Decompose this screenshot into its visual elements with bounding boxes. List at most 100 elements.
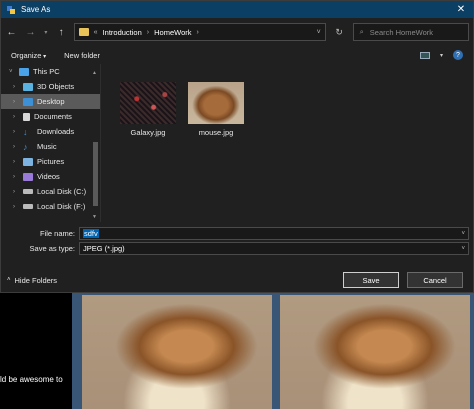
file-name-value: sdfv (83, 229, 99, 238)
sidebar-item-documents[interactable]: › Documents (1, 109, 100, 124)
chevron-down-icon[interactable]: ˅ (461, 246, 465, 252)
disk-icon (23, 204, 33, 209)
file-name-input[interactable]: sdfv ˅ (79, 227, 469, 240)
desktop-icon (23, 97, 33, 106)
sidebar-item-3d-objects[interactable]: › 3D Objects (1, 79, 100, 94)
search-placeholder: Search HomeWork (369, 27, 434, 37)
music-icon: ♪ (23, 141, 28, 152)
navigation-pane: ˅ This PC › 3D Objects › Desktop › Docum… (1, 64, 101, 222)
video-icon (23, 172, 33, 181)
file-name-label: File name: (39, 229, 75, 238)
background-caption: ld be awesome to (0, 375, 63, 384)
refresh-icon: ↻ (335, 26, 343, 37)
file-name: mouse.jpg (198, 128, 234, 137)
chevron-right-icon[interactable]: › (13, 159, 19, 165)
save-type-row: Save as type: JPEG (*.jpg) ˅ (1, 241, 473, 256)
chevron-right-icon[interactable]: › (13, 114, 19, 120)
document-icon (23, 112, 30, 121)
new-folder-button[interactable]: New folder (64, 51, 100, 60)
scroll-up-icon[interactable]: ▲ (92, 70, 97, 76)
chevron-right-icon: › (146, 28, 150, 36)
sidebar-item-label: 3D Objects (37, 82, 75, 91)
breadcrumb-homework[interactable]: HomeWork (154, 28, 191, 37)
search-input[interactable]: ⌕ Search HomeWork (352, 23, 469, 41)
title-bar: Save As ✕ (1, 1, 473, 18)
chevron-down-icon[interactable]: ˅ (461, 231, 465, 237)
save-button[interactable]: Save (343, 272, 399, 288)
disk-icon (23, 189, 33, 194)
chevron-right-icon[interactable]: › (13, 204, 19, 210)
back-button[interactable]: ← (5, 25, 18, 39)
mouse-photo (82, 295, 272, 409)
window-title: Save As (21, 5, 51, 14)
sidebar-item-downloads[interactable]: › ↓ Downloads (1, 124, 100, 139)
arrow-up-icon: ↑ (58, 26, 64, 38)
sidebar-item-label: Videos (37, 172, 60, 181)
save-type-select[interactable]: JPEG (*.jpg) ˅ (79, 242, 469, 255)
browser-pane: ˅ This PC › 3D Objects › Desktop › Docum… (1, 64, 473, 222)
refresh-button[interactable]: ↻ (332, 23, 347, 41)
chevron-down-icon[interactable]: ▾ (440, 52, 443, 59)
chevron-right-icon[interactable]: › (13, 129, 19, 135)
arrow-left-icon: ← (6, 26, 17, 38)
sidebar-item-label: Local Disk (C:) (37, 187, 87, 196)
chevron-right-icon[interactable]: › (13, 99, 19, 105)
sidebar-item-videos[interactable]: › Videos (1, 169, 100, 184)
arrow-right-icon: → (25, 26, 36, 38)
search-icon: ⌕ (359, 27, 364, 36)
recent-locations-button[interactable]: ▾ (43, 25, 49, 39)
sidebar-item-label: Documents (34, 112, 72, 121)
save-as-dialog: Save As ✕ ← → ▾ ↑ « Introduction › HomeW… (0, 0, 474, 293)
help-icon[interactable]: ? (453, 50, 463, 60)
folder-icon (78, 28, 89, 36)
overflow-chevron[interactable]: « (94, 29, 98, 36)
close-button[interactable]: ✕ (449, 1, 473, 18)
chevron-right-icon[interactable]: › (13, 189, 19, 195)
hide-folders-label: Hide Folders (14, 275, 58, 285)
sidebar-item-local-disk-f[interactable]: › Local Disk (F:) (1, 199, 100, 214)
up-button[interactable]: ↑ (55, 25, 68, 39)
file-list: Galaxy.jpg mouse.jpg (101, 64, 473, 222)
chevron-down-icon[interactable]: ˅ (9, 69, 15, 75)
dialog-footer: ˄ Hide Folders Save Cancel (1, 269, 473, 291)
chevron-right-icon[interactable]: › (13, 174, 19, 180)
file-item-galaxy[interactable]: Galaxy.jpg (113, 82, 183, 137)
galaxy-thumbnail (120, 82, 176, 124)
sidebar-item-label: Local Disk (F:) (37, 202, 86, 211)
save-fields: File name: sdfv ˅ Save as type: JPEG (*.… (1, 226, 473, 256)
chevron-down-icon[interactable]: ˅ (317, 29, 321, 36)
sidebar-item-label: Pictures (37, 157, 65, 166)
save-type-label: Save as type: (29, 244, 75, 253)
save-type-value: JPEG (*.jpg) (83, 244, 125, 253)
mouse-thumbnail (188, 82, 244, 124)
image-strip (72, 293, 474, 409)
view-options-icon[interactable] (419, 51, 430, 59)
sidebar-item-pictures[interactable]: › Pictures (1, 154, 100, 169)
sidebar-item-music[interactable]: › ♪ Music (1, 139, 100, 154)
address-bar[interactable]: « Introduction › HomeWork › ˅ (73, 23, 326, 41)
app-icon (6, 5, 16, 15)
file-item-mouse[interactable]: mouse.jpg (181, 82, 251, 137)
cancel-button[interactable]: Cancel (407, 272, 463, 288)
forward-button[interactable]: → (24, 25, 37, 39)
cube-icon (23, 82, 33, 91)
sidebar-item-label: This PC (33, 67, 60, 76)
pc-icon (19, 67, 29, 76)
sidebar-item-label: Downloads (37, 127, 75, 136)
breadcrumb-introduction[interactable]: Introduction (103, 28, 142, 37)
background-page: ld be awesome to (0, 293, 474, 409)
scroll-down-icon[interactable]: ▼ (92, 214, 97, 220)
hide-folders-button[interactable]: ˄ Hide Folders (7, 276, 57, 285)
sidebar-item-desktop[interactable]: › Desktop (1, 94, 100, 109)
sidebar-scrollbar[interactable]: ▲ ▼ (92, 70, 98, 220)
sidebar-item-this-pc[interactable]: ˅ This PC (1, 64, 100, 79)
pictures-icon (23, 157, 33, 166)
chevron-right-icon[interactable]: › (13, 144, 19, 150)
sidebar-item-local-disk-c[interactable]: › Local Disk (C:) (1, 184, 100, 199)
organize-button[interactable]: Organize (11, 51, 46, 60)
file-name: Galaxy.jpg (130, 128, 166, 137)
scrollbar-thumb[interactable] (93, 142, 98, 206)
chevron-right-icon[interactable]: › (13, 84, 19, 90)
download-icon: ↓ (23, 126, 28, 137)
chevron-up-icon: ˄ (7, 277, 11, 283)
